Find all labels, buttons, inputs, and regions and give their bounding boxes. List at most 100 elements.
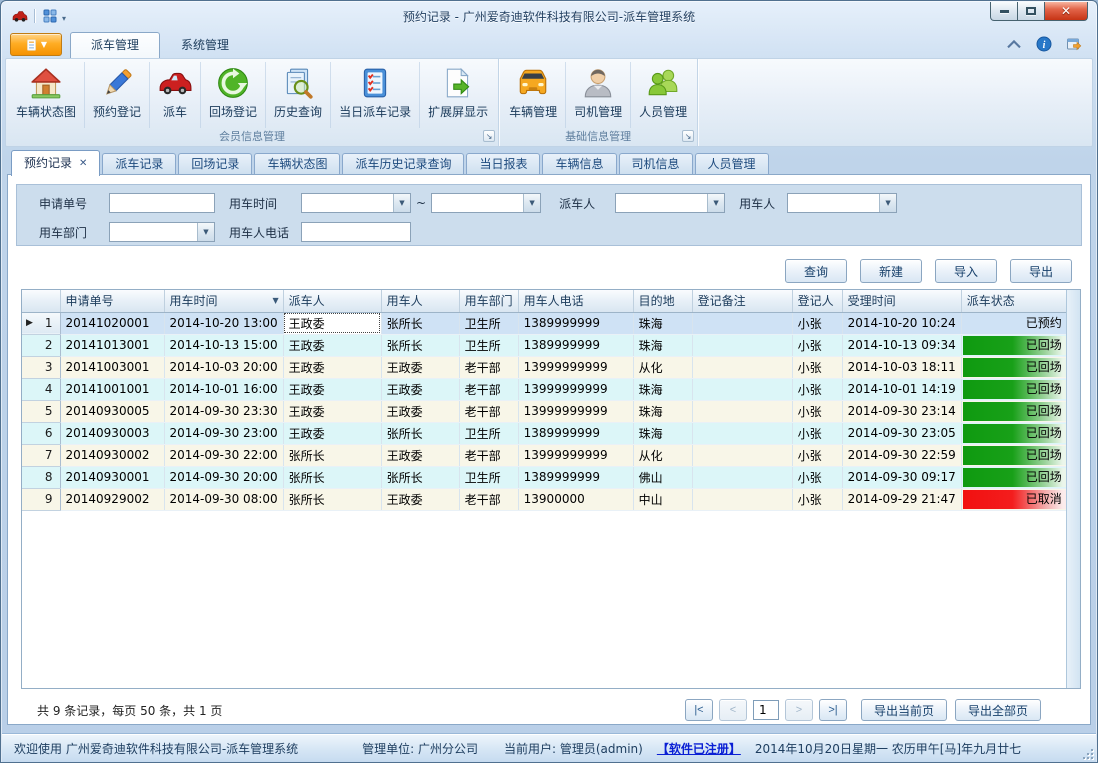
grid-cell[interactable]: 2014-10-01 14:19 — [842, 378, 961, 400]
action-button-2[interactable]: 导入 — [935, 259, 997, 283]
grid-cell[interactable]: 卫生所 — [459, 312, 518, 334]
row-header[interactable]: ▶1 — [22, 312, 60, 334]
grid-cell[interactable]: 2014-09-30 23:14 — [842, 400, 961, 422]
grid-cell[interactable]: 2014-10-20 13:00 — [164, 312, 283, 334]
ribbon-tab-0[interactable]: 派车管理 — [70, 32, 160, 58]
ribbon-button-recycle[interactable]: 回场登记 — [201, 62, 266, 128]
grid-cell[interactable]: 20140930003 — [60, 422, 164, 444]
grid-cell[interactable]: 中山 — [633, 488, 692, 510]
grid-cell[interactable]: 佛山 — [633, 466, 692, 488]
grid-cell[interactable]: 珠海 — [633, 334, 692, 356]
grid-cell[interactable]: 王政委 — [283, 356, 381, 378]
close-button[interactable]: ✕ — [1044, 2, 1088, 21]
grid-cell[interactable]: 张所长 — [381, 312, 459, 334]
grid-cell[interactable]: 珠海 — [633, 378, 692, 400]
maximize-button[interactable] — [1017, 2, 1045, 21]
grid-cell-status[interactable]: 已回场 — [961, 466, 1067, 488]
info-icon[interactable]: i — [1036, 36, 1052, 52]
grid-cell-status[interactable]: 已回场 — [961, 444, 1067, 466]
grid-cell[interactable]: 卫生所 — [459, 422, 518, 444]
grid-cell[interactable]: 13999999999 — [518, 378, 633, 400]
grid-cell[interactable]: 王政委 — [381, 356, 459, 378]
doc-tab-2[interactable]: 回场记录 — [178, 153, 252, 175]
grid-cell[interactable]: 2014-09-30 23:30 — [164, 400, 283, 422]
export-all-pages-button[interactable]: 导出全部页 — [955, 699, 1041, 721]
grid-cell[interactable]: 2014-10-03 18:11 — [842, 356, 961, 378]
grid-cell[interactable]: 卫生所 — [459, 334, 518, 356]
grid-cell[interactable]: 20141001001 — [60, 378, 164, 400]
grid-cell[interactable] — [692, 488, 792, 510]
grid-cell[interactable]: 2014-09-30 22:59 — [842, 444, 961, 466]
ribbon-tab-1[interactable]: 系统管理 — [160, 32, 250, 58]
grid-corner-header[interactable] — [22, 290, 60, 312]
doc-tab-3[interactable]: 车辆状态图 — [254, 153, 340, 175]
doc-tab-1[interactable]: 派车记录 — [102, 153, 176, 175]
column-header-3[interactable]: 派车人 — [283, 290, 381, 312]
column-header-1[interactable]: 申请单号 — [60, 290, 164, 312]
grid-cell[interactable]: 卫生所 — [459, 466, 518, 488]
grid-cell-status[interactable]: 已回场 — [961, 400, 1067, 422]
chevron-down-icon[interactable]: ▼ — [197, 223, 214, 241]
grid-cell[interactable]: 20141003001 — [60, 356, 164, 378]
grid-cell[interactable]: 20140930002 — [60, 444, 164, 466]
grid-cell[interactable]: 小张 — [792, 334, 842, 356]
resize-grip[interactable] — [1081, 747, 1093, 759]
grid-cell[interactable]: 王政委 — [381, 444, 459, 466]
license-link[interactable]: 【软件已注册】 — [657, 740, 741, 757]
dispatcher-combo[interactable]: ▼ — [615, 193, 725, 213]
action-button-3[interactable]: 导出 — [1010, 259, 1072, 283]
grid-cell[interactable]: 1389999999 — [518, 312, 633, 334]
action-button-1[interactable]: 新建 — [860, 259, 922, 283]
close-tab-icon[interactable]: ✕ — [79, 153, 87, 174]
grid-cell[interactable]: 老干部 — [459, 400, 518, 422]
grid-cell[interactable]: 小张 — [792, 422, 842, 444]
grid-cell[interactable] — [692, 356, 792, 378]
use-time-to-combo[interactable]: ▼ — [431, 193, 541, 213]
grid-cell[interactable]: 王政委 — [283, 400, 381, 422]
grid-cell[interactable]: 2014-09-30 08:00 — [164, 488, 283, 510]
ribbon-button-pencil[interactable]: 预约登记 — [85, 62, 150, 128]
grid-cell[interactable]: 2014-10-13 15:00 — [164, 334, 283, 356]
column-header-7[interactable]: 目的地 — [633, 290, 692, 312]
column-header-4[interactable]: 用车人 — [381, 290, 459, 312]
grid-cell-status[interactable]: 已回场 — [961, 334, 1067, 356]
grid-cell[interactable]: 2014-09-30 20:00 — [164, 466, 283, 488]
grid-cell-status[interactable]: 已取消 — [961, 488, 1067, 510]
grid-cell[interactable]: 13999999999 — [518, 400, 633, 422]
grid-cell[interactable]: 2014-10-20 10:24 — [842, 312, 961, 334]
row-header[interactable]: 2 — [22, 334, 60, 356]
grid-cell[interactable]: 王政委 — [283, 378, 381, 400]
grid-cell[interactable]: 张所长 — [381, 334, 459, 356]
column-header-6[interactable]: 用车人电话 — [518, 290, 633, 312]
last-page-button[interactable]: >| — [819, 699, 847, 721]
grid-cell[interactable]: 老干部 — [459, 378, 518, 400]
ribbon-button-history-search[interactable]: 历史查询 — [266, 62, 331, 128]
doc-tab-5[interactable]: 当日报表 — [466, 153, 540, 175]
row-header[interactable]: 9 — [22, 488, 60, 510]
grid-cell[interactable]: 小张 — [792, 444, 842, 466]
first-page-button[interactable]: |< — [685, 699, 713, 721]
column-header-5[interactable]: 用车部门 — [459, 290, 518, 312]
column-header-8[interactable]: 登记备注 — [692, 290, 792, 312]
grid-cell[interactable]: 老干部 — [459, 488, 518, 510]
grid-cell[interactable]: 王政委 — [283, 312, 381, 334]
grid-cell[interactable]: 1389999999 — [518, 422, 633, 444]
ribbon-button-extend-screen[interactable]: 扩展屏显示 — [420, 62, 496, 128]
row-header[interactable]: 8 — [22, 466, 60, 488]
grid-cell[interactable]: 王政委 — [283, 422, 381, 444]
grid-cell[interactable]: 2014-09-30 22:00 — [164, 444, 283, 466]
grid-cell[interactable]: 1389999999 — [518, 466, 633, 488]
row-header[interactable]: 6 — [22, 422, 60, 444]
column-header-10[interactable]: 受理时间 — [842, 290, 961, 312]
grid-cell-status[interactable]: 已回场 — [961, 378, 1067, 400]
request-no-input[interactable] — [109, 193, 215, 213]
grid-cell[interactable] — [692, 466, 792, 488]
grid-cell[interactable]: 张所长 — [283, 488, 381, 510]
title-bar[interactable]: ▾ 预约记录 - 广州爱奇迪软件科技有限公司-派车管理系统 ✕ — [2, 2, 1096, 30]
chevron-down-icon[interactable]: ▼ — [707, 194, 724, 212]
grid-cell[interactable]: 小张 — [792, 378, 842, 400]
export-current-page-button[interactable]: 导出当前页 — [861, 699, 947, 721]
grid-cell[interactable]: 20141013001 — [60, 334, 164, 356]
grid-cell[interactable]: 13999999999 — [518, 444, 633, 466]
doc-tab-8[interactable]: 人员管理 — [695, 153, 769, 175]
